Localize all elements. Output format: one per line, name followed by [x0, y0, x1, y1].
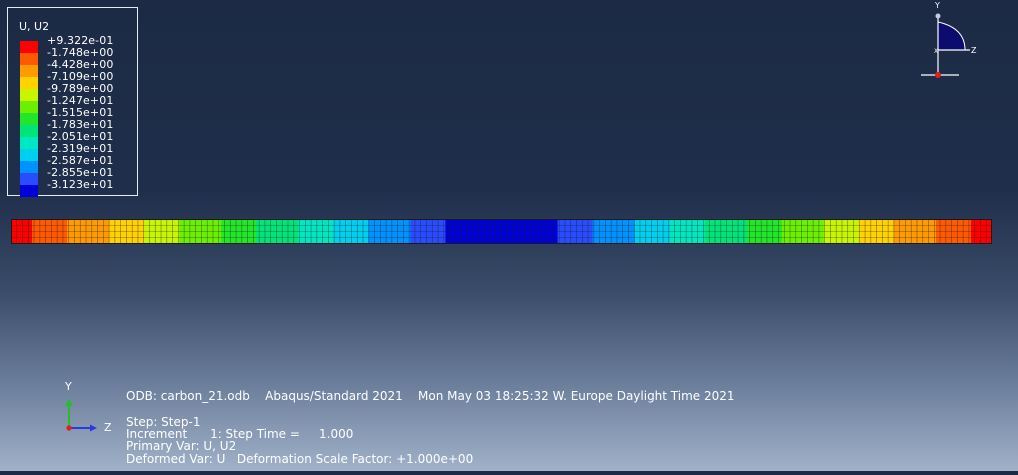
legend-swatch — [20, 89, 38, 101]
triad-quadrant — [937, 21, 966, 51]
primary-var-line: Primary Var: U, U2 — [126, 439, 237, 453]
legend-swatch — [20, 173, 38, 185]
viewport[interactable]: U, U2 +9.322e-01 -1.748e+00 -4.428e+00 -7.1… — [0, 0, 1018, 471]
triad-bottom-z-arrow — [90, 424, 97, 432]
triad-bottom-y-arrow — [65, 399, 73, 406]
legend-swatch — [20, 149, 38, 161]
legend-swatch — [20, 137, 38, 149]
legend-swatch — [20, 41, 38, 53]
deformed-var-line: Deformed Var: U Deformation Scale Factor… — [126, 452, 474, 466]
coordinate-triad: Y Z — [64, 380, 112, 434]
viewport-info-block: ODB: carbon_21.odb Abaqus/Standard 2021 … — [126, 390, 735, 474]
legend-swatch — [20, 65, 38, 77]
contour-legend: U, U2 +9.322e-01 -1.748e+00 -4.428e+00 -7.1… — [7, 7, 138, 197]
legend-swatch — [20, 161, 38, 173]
triad-y-node — [935, 13, 941, 19]
legend-swatch — [20, 125, 38, 137]
triad-origin-node — [935, 72, 941, 78]
triad-top-x-label: X — [934, 48, 938, 55]
triad-bottom-origin — [66, 425, 72, 431]
legend-label: -3.123e+01 — [47, 178, 114, 191]
triad-bottom-y-label: Y — [64, 380, 72, 393]
triad-top-z-label: Z — [971, 46, 977, 55]
odb-info-line: ODB: carbon_21.odb Abaqus/Standard 2021 … — [126, 389, 735, 403]
view-triad-top: Y Z X — [921, 1, 977, 78]
legend-swatch — [20, 53, 38, 65]
triad-top-y-label: Y — [934, 1, 940, 10]
legend-title: U, U2 — [19, 20, 50, 33]
legend-swatch — [20, 185, 38, 197]
triad-bottom-z-label: Z — [104, 421, 112, 434]
legend-swatch — [20, 113, 38, 125]
legend-swatch — [20, 101, 38, 113]
beam-mesh[interactable] — [11, 219, 992, 244]
legend-swatch — [20, 77, 38, 89]
